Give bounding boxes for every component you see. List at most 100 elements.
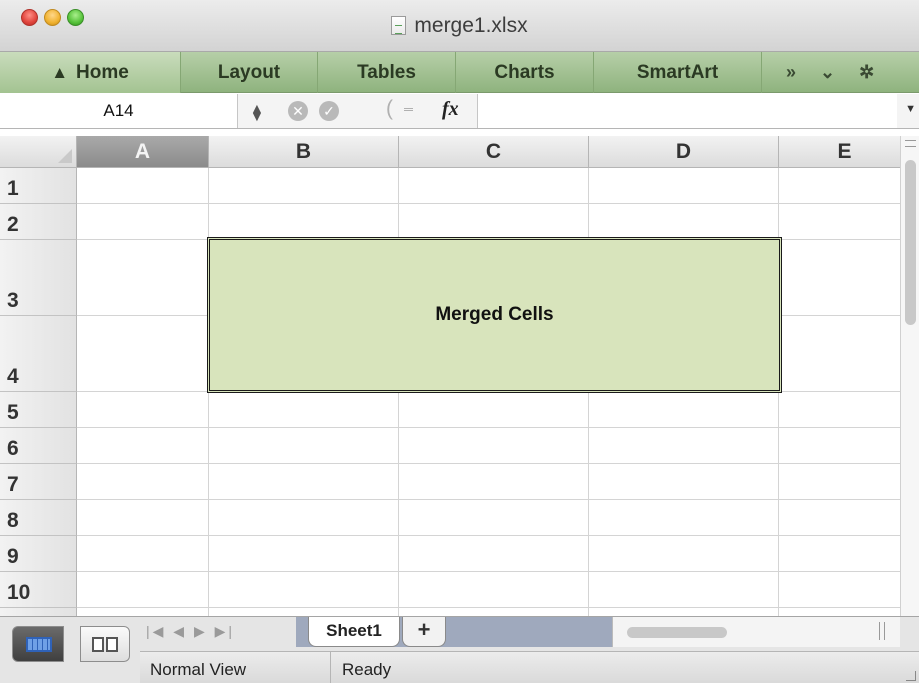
accept-formula-icon[interactable]: ✓ [319,101,339,121]
page-layout-view-button[interactable] [80,626,130,662]
grid-cell[interactable] [399,464,589,500]
row-header[interactable]: 9 [0,536,77,572]
grid-cell[interactable] [779,500,900,536]
grid-cell[interactable] [399,204,589,240]
cancel-formula-icon[interactable]: ✕ [288,101,308,121]
horizontal-scroll-thumb[interactable] [627,627,727,638]
resize-grip-icon[interactable] [906,671,916,681]
grid-cell[interactable] [399,536,589,572]
grid-cell[interactable] [779,608,900,616]
grid-cell[interactable] [589,608,779,616]
formula-builder-icon[interactable]: ( [386,97,393,121]
grid-cell[interactable] [209,572,399,608]
grid-cell[interactable] [779,168,900,204]
more-tabs-icon[interactable]: » [786,62,796,82]
grid-cell[interactable] [589,204,779,240]
grid-cell[interactable] [77,464,209,500]
grid-cell[interactable] [399,608,589,616]
collapse-ribbon-icon[interactable]: ⌄ [820,62,835,82]
tab-home[interactable]: ▲ Home [0,52,181,93]
grid-cell[interactable] [399,392,589,428]
row-header[interactable]: 6 [0,428,77,464]
grid-cell[interactable] [399,168,589,204]
grid-cell[interactable] [589,392,779,428]
grid-cell[interactable] [779,316,900,392]
grid-cell[interactable] [779,392,900,428]
column-header-a[interactable]: A [77,136,209,168]
tab-tables-label: Tables [357,62,416,83]
grid-cell[interactable] [589,168,779,204]
formula-input[interactable] [477,94,897,128]
name-box[interactable]: A14 [0,94,238,128]
grid-cell[interactable] [77,608,209,616]
grid-cell[interactable] [77,500,209,536]
grid-cell[interactable] [77,392,209,428]
column-header-e[interactable]: E [779,136,900,168]
column-header-d[interactable]: D [589,136,779,168]
normal-view-button[interactable] [12,626,64,662]
split-handle-icon[interactable] [905,140,916,147]
grid-cell[interactable] [209,168,399,204]
name-box-stepper-icon[interactable]: ▲ ▼ [250,100,264,132]
row-header[interactable]: 1 [0,168,77,204]
grid-cell[interactable] [77,316,209,392]
horizontal-scrollbar[interactable] [612,617,900,647]
merged-cell-b3-d4[interactable]: Merged Cells [207,237,782,393]
last-sheet-icon[interactable]: ▶| [215,623,235,639]
grid-cell[interactable] [589,500,779,536]
grid-cell[interactable] [399,572,589,608]
grid-cell[interactable] [589,572,779,608]
grid-cell[interactable] [77,536,209,572]
grid-cell[interactable] [77,428,209,464]
fx-label[interactable]: fx [442,98,459,121]
row-header[interactable]: 4 [0,316,77,392]
column-header-c[interactable]: C [399,136,589,168]
grid-cell[interactable] [77,204,209,240]
split-grip-icon[interactable] [879,622,885,640]
tab-tables[interactable]: Tables [318,52,456,93]
row-header[interactable]: 2 [0,204,77,240]
grid-cell[interactable] [77,240,209,316]
grid-cell[interactable] [779,572,900,608]
select-all-corner[interactable] [0,136,77,168]
settings-gear-icon[interactable]: ✲ [859,62,874,82]
grid-cell[interactable] [399,500,589,536]
grid-cell[interactable] [209,204,399,240]
tab-smartart[interactable]: SmartArt [594,52,762,93]
grid-cell[interactable] [779,204,900,240]
first-sheet-icon[interactable]: |◀ [146,623,166,639]
grid-cell[interactable] [779,240,900,316]
grid-cell[interactable] [209,428,399,464]
tab-layout[interactable]: Layout [181,52,318,93]
row-header[interactable]: 10 [0,572,77,608]
sheet-navigation-arrows[interactable]: |◀ ◀ ▶ ▶| [146,623,235,640]
grid-cell[interactable] [209,464,399,500]
expand-formula-icon[interactable]: ▼ [905,103,916,115]
tab-charts[interactable]: Charts [456,52,594,93]
grid-cell[interactable] [589,536,779,572]
row-header-partial[interactable] [0,608,77,616]
row-header[interactable]: 5 [0,392,77,428]
grid-cell[interactable] [589,428,779,464]
grid-cell[interactable] [779,536,900,572]
grid-cell[interactable] [209,536,399,572]
grid-cell[interactable] [209,608,399,616]
grid-cell[interactable] [209,392,399,428]
vertical-scroll-thumb[interactable] [905,160,916,325]
previous-sheet-icon[interactable]: ◀ [173,623,187,639]
vertical-scrollbar[interactable] [900,136,919,616]
next-sheet-icon[interactable]: ▶ [194,623,208,639]
grid-cell[interactable] [399,428,589,464]
grid-cell[interactable] [77,168,209,204]
grid-cell[interactable] [209,500,399,536]
row-header[interactable]: 7 [0,464,77,500]
row-header[interactable]: 3 [0,240,77,316]
grid-cell[interactable] [77,572,209,608]
column-header-b[interactable]: B [209,136,399,168]
grid-cell[interactable] [589,464,779,500]
row-header[interactable]: 8 [0,500,77,536]
sheet-tab-sheet1[interactable]: Sheet1 [308,617,400,647]
grid-cell[interactable] [779,464,900,500]
grid-cell[interactable] [779,428,900,464]
add-sheet-button[interactable]: + [402,617,446,647]
